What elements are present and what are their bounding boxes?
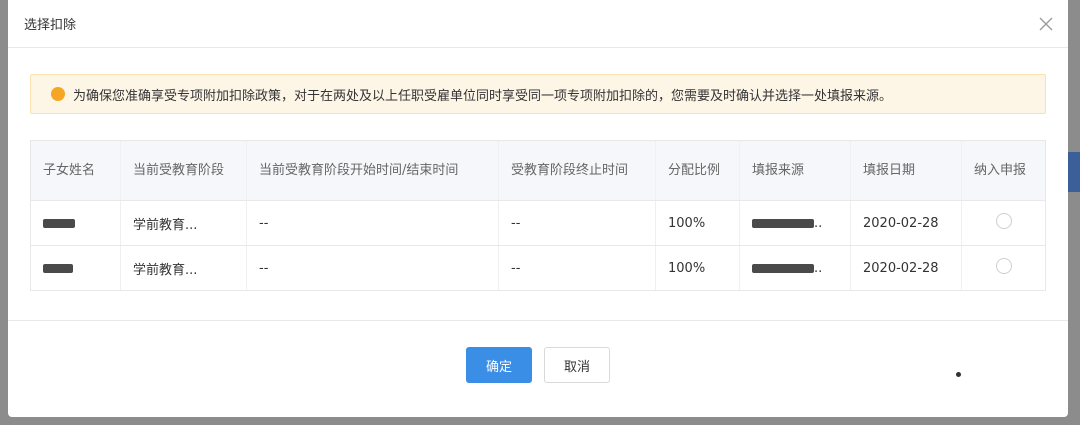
start-end-cell: -- <box>246 245 499 291</box>
header-date: 填报日期 <box>850 140 962 201</box>
stage-cell: 学前教育... <box>120 200 247 246</box>
header-end-time: 受教育阶段终止时间 <box>498 140 656 201</box>
include-radio[interactable] <box>996 213 1012 229</box>
source-cell: .. <box>739 200 851 246</box>
child-name-cell <box>30 200 121 246</box>
header-source: 填报来源 <box>739 140 851 201</box>
notice-text: 为确保您准确享受专项附加扣除政策，对于在两处及以上任职受雇单位同时享受同一项专项… <box>73 88 893 104</box>
deduction-dialog: 选择扣除 为确保您准确享受专项附加扣除政策，对于在两处及以上任职受雇单位同时享受… <box>8 0 1068 417</box>
end-time-cell: -- <box>498 245 656 291</box>
dialog-header: 选择扣除 <box>8 0 1068 48</box>
dialog-title: 选择扣除 <box>24 18 77 33</box>
header-start-end-time: 当前受教育阶段开始时间/结束时间 <box>246 140 499 201</box>
include-radio[interactable] <box>996 258 1012 274</box>
header-ratio: 分配比例 <box>655 140 740 201</box>
header-current-stage: 当前受教育阶段 <box>120 140 247 201</box>
redacted-source <box>752 218 814 228</box>
date-cell: 2020-02-28 <box>850 245 962 291</box>
cursor-dot <box>956 372 961 377</box>
background-sidebar-accent <box>1068 152 1080 192</box>
confirm-button[interactable]: 确定 <box>466 347 532 383</box>
notice-banner: 为确保您准确享受专项附加扣除政策，对于在两处及以上任职受雇单位同时享受同一项专项… <box>30 74 1046 114</box>
close-icon[interactable] <box>1036 14 1056 34</box>
redacted-name <box>43 263 73 273</box>
deduction-table: 子女姓名 当前受教育阶段 当前受教育阶段开始时间/结束时间 受教育阶段终止时间 … <box>30 140 1046 291</box>
source-suffix: .. <box>814 260 823 276</box>
start-end-cell: -- <box>246 200 499 246</box>
header-child-name: 子女姓名 <box>30 140 121 201</box>
warning-icon <box>51 87 65 101</box>
source-cell: .. <box>739 245 851 291</box>
end-time-cell: -- <box>498 200 656 246</box>
stage-cell: 学前教育... <box>120 245 247 291</box>
include-cell <box>961 245 1046 291</box>
table-row: 学前教育... -- -- 100% .. 2020-02-28 <box>30 200 1046 246</box>
ratio-cell: 100% <box>655 200 740 246</box>
footer-divider <box>8 320 1068 321</box>
cancel-button[interactable]: 取消 <box>544 347 610 383</box>
table-row: 学前教育... -- -- 100% .. 2020-02-28 <box>30 245 1046 291</box>
redacted-source <box>752 263 814 273</box>
child-name-cell <box>30 245 121 291</box>
redacted-name <box>43 218 75 228</box>
table-header-row: 子女姓名 当前受教育阶段 当前受教育阶段开始时间/结束时间 受教育阶段终止时间 … <box>30 140 1046 201</box>
ratio-cell: 100% <box>655 245 740 291</box>
date-cell: 2020-02-28 <box>850 200 962 246</box>
include-cell <box>961 200 1046 246</box>
source-suffix: .. <box>814 215 823 231</box>
header-include: 纳入申报 <box>961 140 1046 201</box>
